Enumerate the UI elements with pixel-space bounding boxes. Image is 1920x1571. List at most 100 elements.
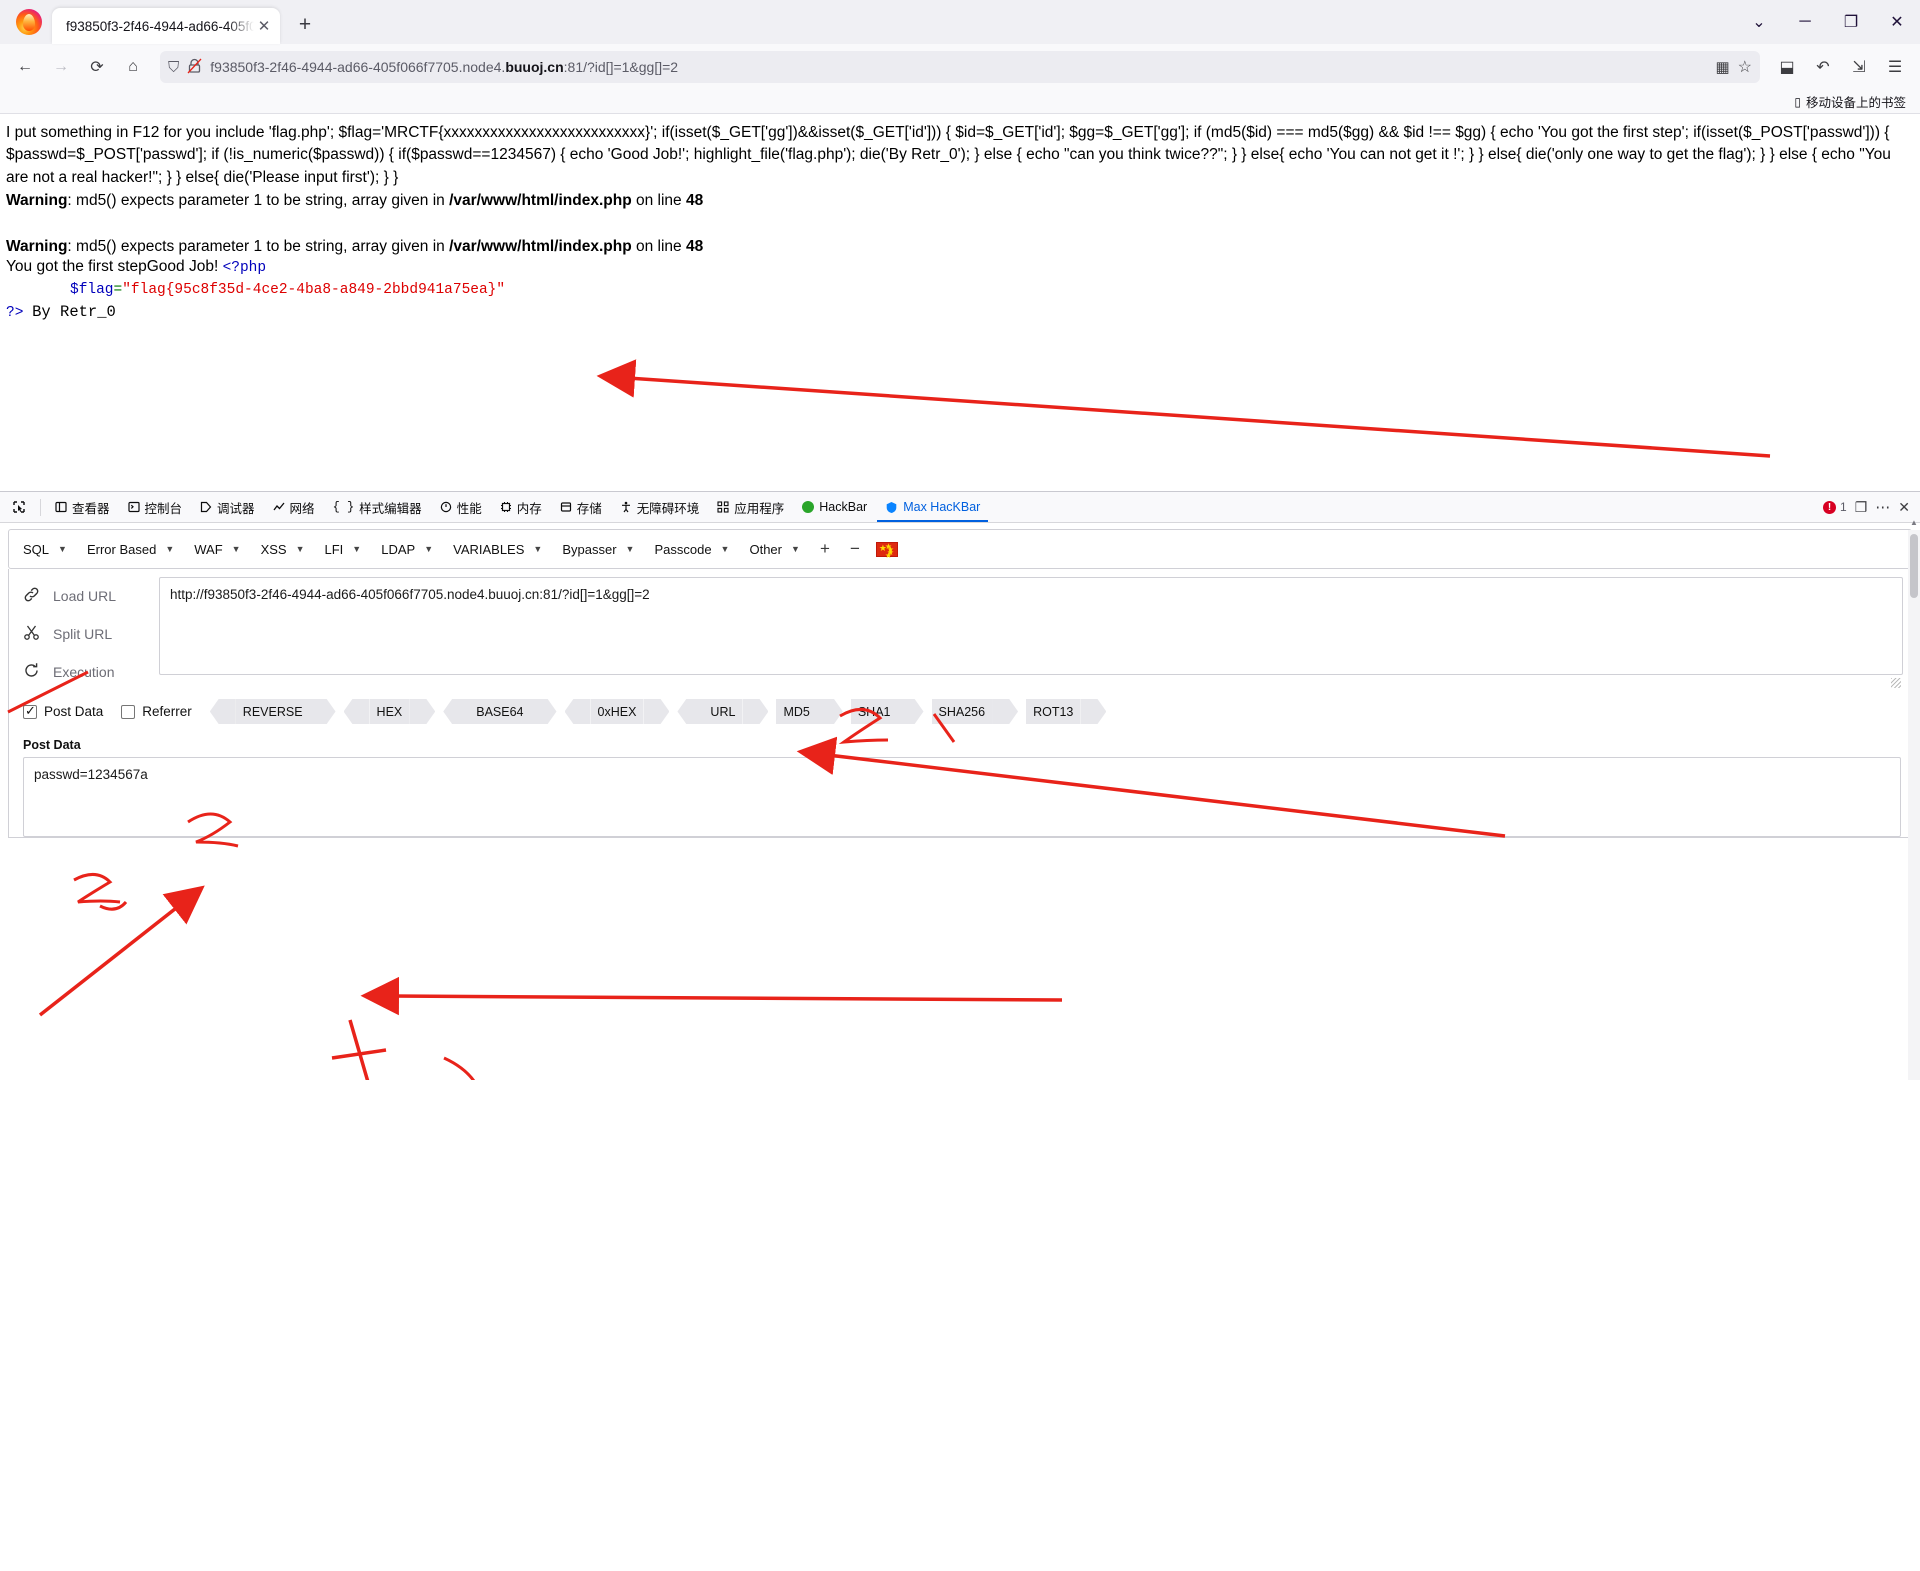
scroll-up-arrow[interactable]: ▲ — [1910, 518, 1918, 527]
china-flag-icon[interactable]: ★ ★ ★ ★ ★ — [875, 541, 898, 559]
menu-sql[interactable]: SQL ▼ — [13, 535, 77, 563]
devtools-more-icon[interactable]: ⋯ — [1875, 498, 1890, 516]
navigation-toolbar: ← → ⟳ ⌂ ⛉ f93850f3-2f46-4944-ad66-405f06… — [0, 44, 1920, 90]
menu-other[interactable]: Other ▼ — [739, 535, 809, 563]
menu-ldap[interactable]: LDAP ▼ — [371, 535, 443, 563]
arrow-left-shape — [443, 699, 470, 724]
menu-xss[interactable]: XSS ▼ — [251, 535, 315, 563]
encoder-base64-label: BASE64 — [469, 699, 531, 724]
url-textarea[interactable]: http://f93850f3-2f46-4944-ad66-405f066f7… — [159, 577, 1903, 675]
result-line: You got the first stepGood Job! <?php — [0, 258, 1920, 280]
tab-memory[interactable]: 内存 — [492, 493, 550, 522]
flag-value: "flag{95c8f35d-4ce2-4ba8-a849-2bbd941a75… — [122, 281, 506, 298]
tab-style-editor[interactable]: { } 样式编辑器 — [325, 493, 430, 522]
tab-application[interactable]: 应用程序 — [709, 493, 792, 522]
encoder-sha256[interactable]: SHA256 — [931, 699, 1019, 724]
encoder-reverse[interactable]: REVERSE — [209, 699, 336, 724]
hackbar-icon — [802, 501, 815, 513]
url-bar[interactable]: ⛉ f93850f3-2f46-4944-ad66-405f066f7705.n… — [160, 51, 1760, 83]
devtools-close-icon[interactable]: ✕ — [1898, 499, 1910, 516]
tab-inspector[interactable]: 查看器 — [47, 493, 118, 522]
encoder-rot13[interactable]: ROT13 — [1026, 699, 1107, 724]
flag-variable: $flag — [70, 281, 114, 298]
back-button[interactable]: ← — [8, 50, 42, 84]
mobile-bookmarks-icon[interactable]: ▯ — [1794, 95, 1801, 109]
scissors-icon[interactable] — [9, 624, 53, 645]
action-execution[interactable]: Execution — [9, 653, 159, 691]
container-tabs-icon[interactable]: ⬓ — [1770, 50, 1804, 84]
post-data-checkbox[interactable] — [23, 703, 37, 719]
tab-inspector-label: 查看器 — [72, 501, 110, 516]
maximize-button[interactable]: ❐ — [1828, 0, 1874, 44]
devtools-scrollbar[interactable]: ▲ — [1908, 518, 1920, 1080]
home-button[interactable]: ⌂ — [116, 50, 150, 84]
refresh-icon[interactable] — [9, 662, 53, 683]
referrer-checkbox[interactable] — [121, 704, 136, 719]
element-picker-icon[interactable] — [4, 493, 34, 522]
tab-hackbar[interactable]: HackBar — [794, 493, 875, 522]
tab-console[interactable]: 控制台 — [120, 493, 191, 522]
action-load-url[interactable]: Load URL — [9, 577, 159, 615]
shield-icon[interactable]: ⛉ — [168, 59, 179, 76]
bookmark-star-icon[interactable]: ☆ — [1738, 57, 1752, 77]
minimize-button[interactable]: ─ — [1782, 0, 1828, 44]
page-content: I put something in F12 for you include '… — [0, 114, 1920, 491]
menu-error-based[interactable]: Error Based ▼ — [77, 535, 184, 563]
php-open-tag: <?php — [222, 259, 267, 276]
encoder-0xhex[interactable]: 0xHEX — [564, 699, 670, 724]
encoder-md5[interactable]: MD5 — [776, 699, 843, 724]
hackbar-url-wrapper: http://f93850f3-2f46-4944-ad66-405f066f7… — [159, 569, 1911, 691]
encoder-hex[interactable]: HEX — [343, 699, 436, 724]
reload-button[interactable]: ⟳ — [80, 50, 114, 84]
tab-storage[interactable]: 存储 — [552, 493, 610, 522]
tab-accessibility-label: 无障碍环境 — [636, 501, 700, 516]
new-tab-button[interactable]: + — [290, 10, 320, 40]
menu-variables[interactable]: VARIABLES ▼ — [443, 535, 552, 563]
tab-performance[interactable]: 性能 — [432, 493, 490, 522]
app-menu-button[interactable]: ☰ — [1878, 50, 1912, 84]
tab-debugger[interactable]: 调试器 — [192, 493, 263, 522]
hackbar-options-row: Post Data Referrer REVERSE HEX BASE64 0x… — [9, 691, 1911, 734]
tab-max-hackbar[interactable]: Max HacKBar — [877, 493, 988, 522]
menu-passcode[interactable]: Passcode ▼ — [644, 535, 739, 563]
post-data-toggle[interactable]: Post Data — [23, 703, 103, 719]
referrer-toggle[interactable]: Referrer — [121, 704, 192, 719]
forward-button[interactable]: → — [44, 50, 78, 84]
encoder-base64[interactable]: BASE64 — [443, 699, 557, 724]
arrow-left-shape — [209, 699, 236, 724]
action-split-url[interactable]: Split URL — [9, 615, 159, 653]
share-icon[interactable]: ⇲ — [1842, 50, 1876, 84]
close-tab-icon[interactable]: ✕ — [254, 16, 274, 36]
qr-code-icon[interactable]: ▦ — [1715, 58, 1729, 76]
menu-waf[interactable]: WAF ▼ — [184, 535, 250, 563]
error-count-badge[interactable]: ! 1 — [1823, 500, 1847, 514]
encoder-url-label: URL — [703, 699, 743, 724]
dock-toggle-icon[interactable]: ❐ — [1855, 499, 1868, 516]
list-all-tabs-icon[interactable]: ⌄ — [1736, 0, 1782, 44]
menu-bypasser[interactable]: Bypasser ▼ — [552, 535, 644, 563]
encoder-url[interactable]: URL — [677, 699, 769, 724]
close-window-button[interactable]: ✕ — [1874, 0, 1920, 44]
undo-close-tab-icon[interactable]: ↶ — [1806, 50, 1840, 84]
tab-accessibility[interactable]: 无障碍环境 — [612, 493, 708, 522]
resize-handle[interactable] — [1891, 678, 1901, 688]
bookmark-item-mobile[interactable]: 移动设备上的书签 — [1806, 92, 1906, 111]
devtools-toolbar: 查看器 控制台 调试器 网络 { } 样式编辑器 性能 内存 存储 无障碍环境 … — [0, 492, 1920, 523]
link-icon[interactable] — [9, 586, 53, 607]
scrollbar-thumb[interactable] — [1910, 534, 1918, 598]
add-tab-button[interactable]: + — [810, 539, 840, 559]
broken-lock-icon[interactable] — [187, 58, 202, 77]
tab-style-editor-label: 样式编辑器 — [359, 501, 422, 516]
browser-tab[interactable]: f93850f3-2f46-4944-ad66-405f0… ✕ — [52, 8, 280, 44]
post-data-textarea[interactable]: passwd=1234567a — [23, 757, 1901, 837]
warning-path-2: /var/www/html/index.php — [449, 237, 632, 255]
menu-lfi[interactable]: LFI ▼ — [315, 535, 372, 563]
tab-network[interactable]: 网络 — [265, 493, 323, 522]
hackbar-url-section: Load URL Split URL Execution http://f938… — [9, 569, 1911, 691]
tab-memory-label: 内存 — [516, 501, 542, 516]
warning-path-1: /var/www/html/index.php — [449, 192, 632, 210]
result-text: You got the first stepGood Job! — [6, 257, 219, 275]
remove-tab-button[interactable]: − — [840, 539, 870, 559]
encoder-sha1[interactable]: SHA1 — [850, 699, 924, 724]
action-split-url-label: Split URL — [53, 626, 113, 642]
